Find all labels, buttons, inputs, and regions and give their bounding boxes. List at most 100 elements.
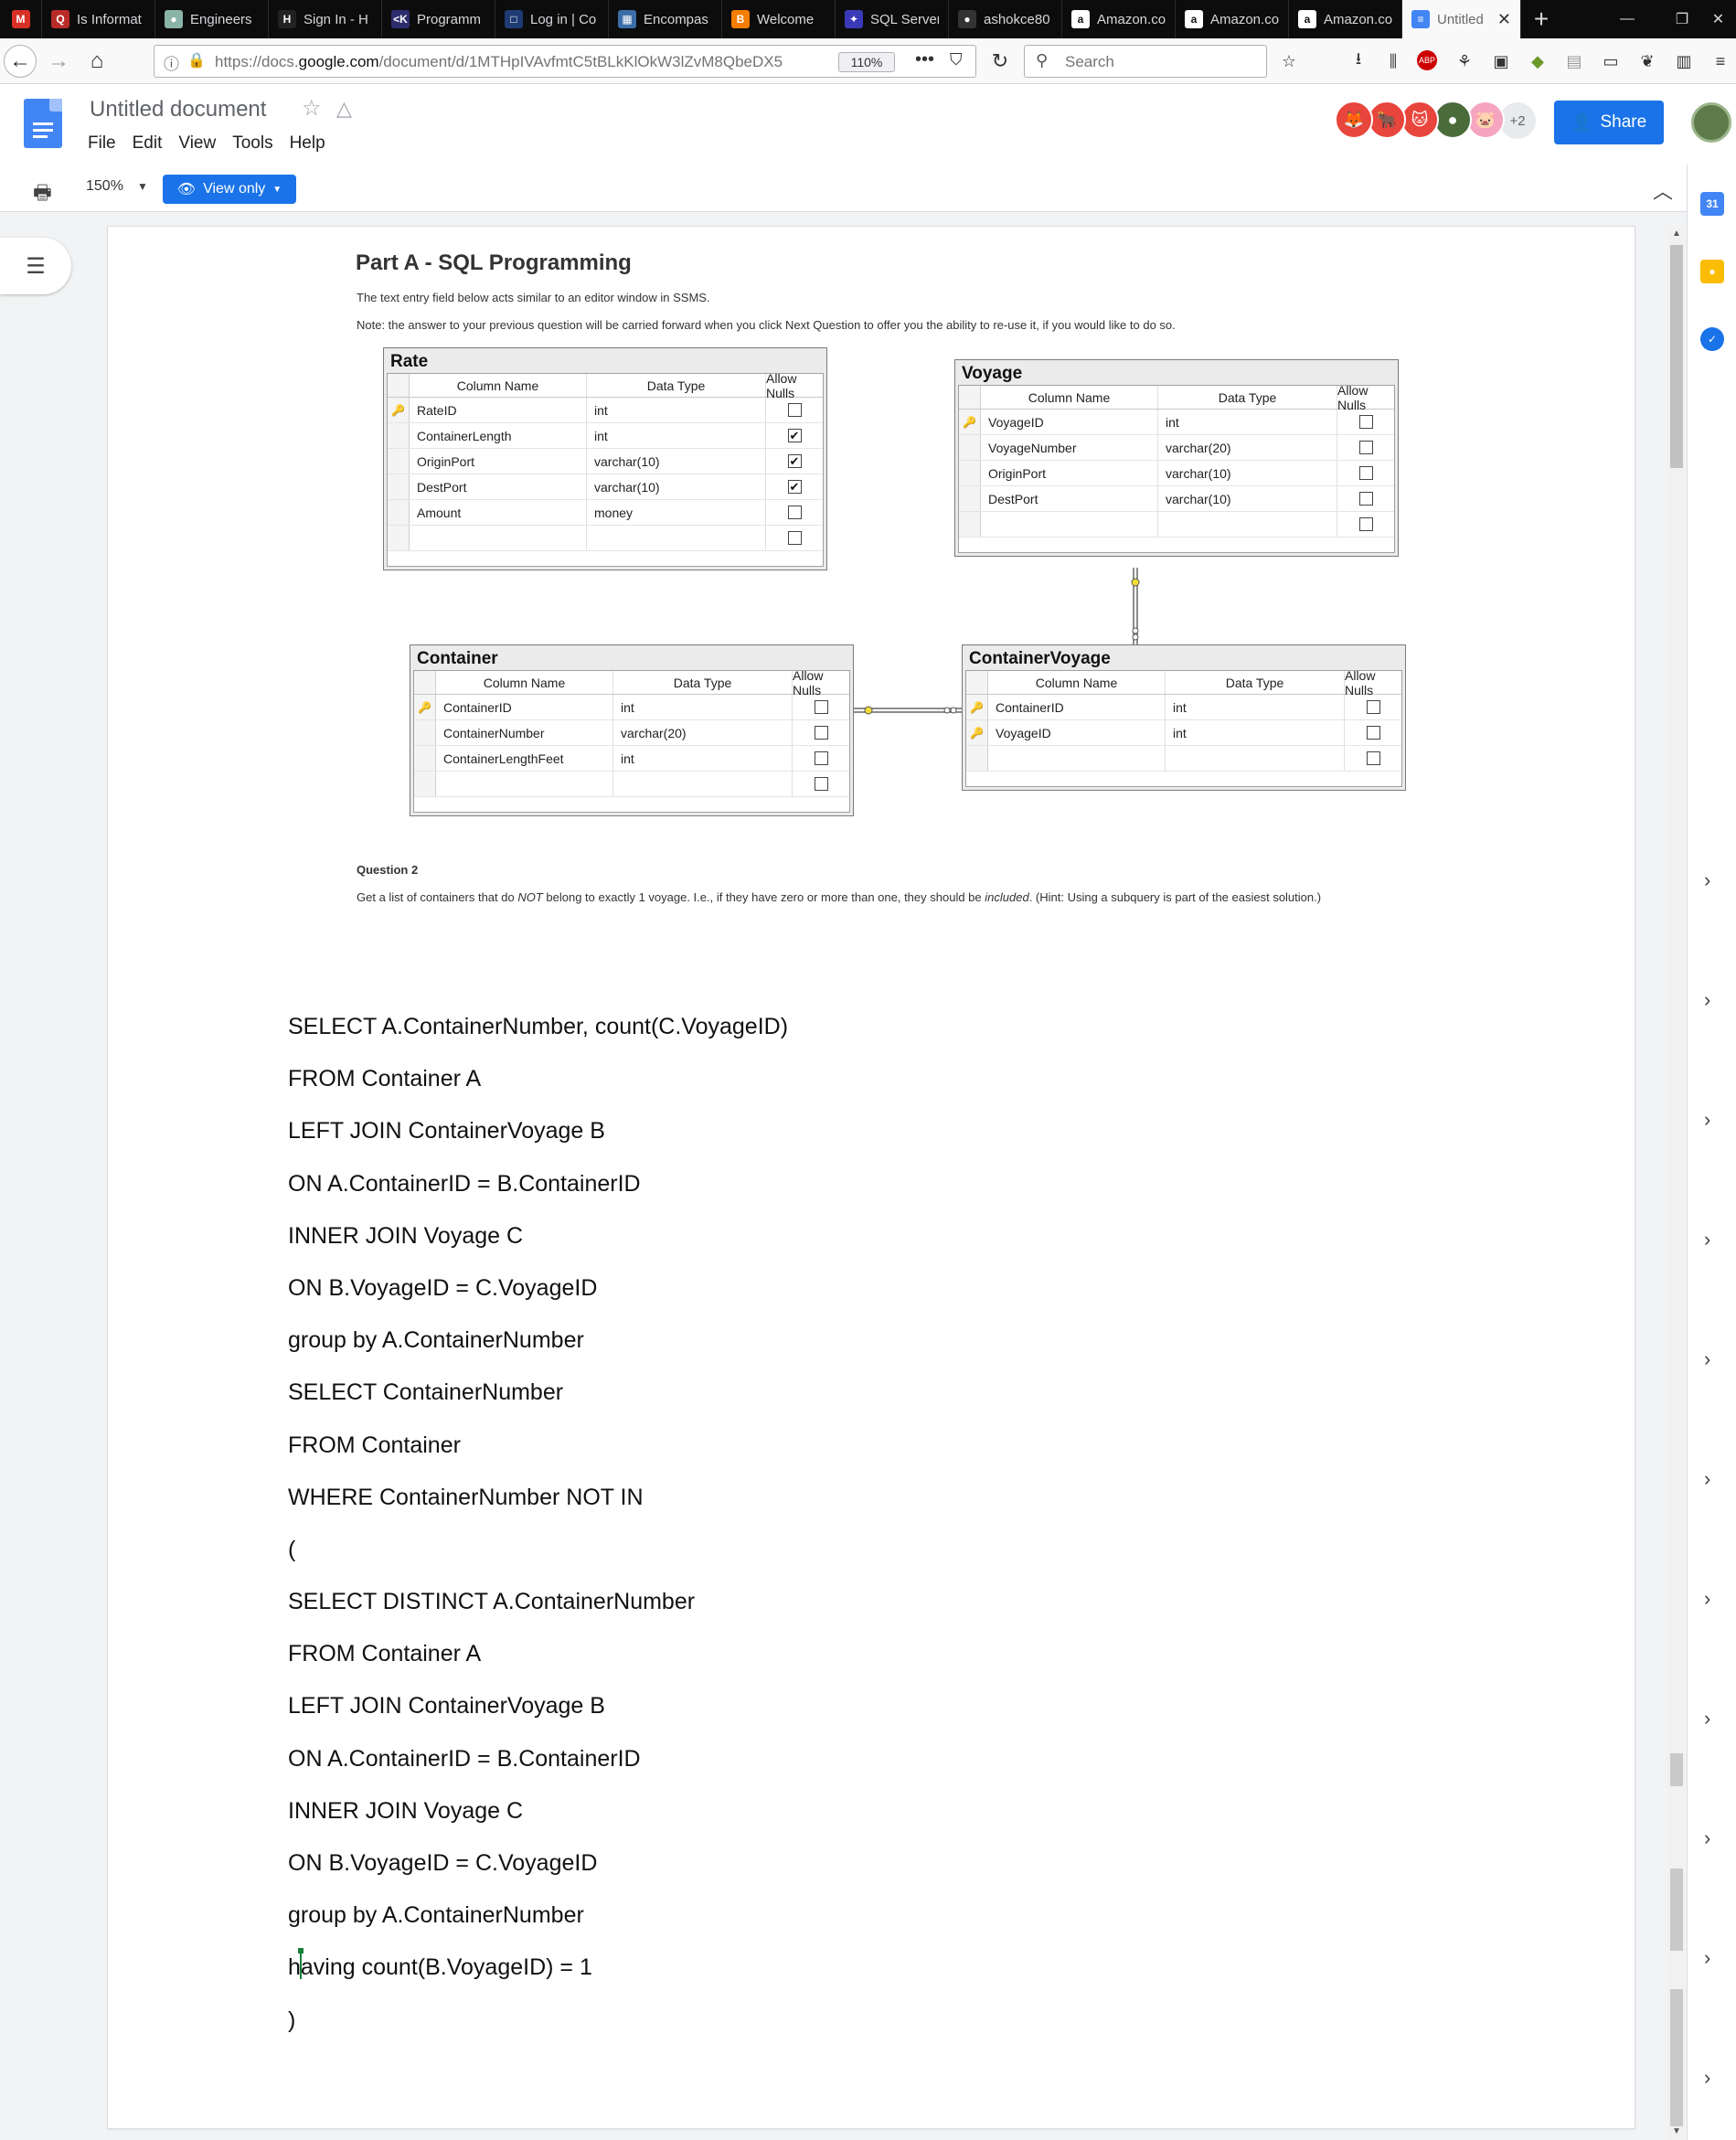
browser-tab[interactable]: ≡ Untitled ✕ (1402, 0, 1521, 38)
document-title[interactable]: Untitled document (90, 97, 266, 122)
extension-icon[interactable]: ⚘ (1454, 50, 1475, 72)
sql-line[interactable]: LEFT JOIN ContainerVoyage B (288, 1117, 788, 1169)
minimize-window-icon[interactable]: — (1600, 0, 1655, 38)
allow-nulls-checkbox[interactable] (1358, 466, 1373, 480)
allow-nulls-checkbox[interactable] (814, 751, 828, 765)
chevron-right-icon[interactable]: › (1704, 1707, 1710, 1730)
browser-tab[interactable]: a Amazon.co (1062, 0, 1176, 38)
allow-nulls-checkbox[interactable] (1358, 415, 1373, 429)
scrollbar-track[interactable]: ▲ ▼ (1667, 229, 1686, 2140)
browser-tab[interactable]: M (0, 0, 42, 38)
allow-nulls-checkbox[interactable] (787, 531, 802, 545)
document-outline-icon[interactable]: ☰ (0, 238, 71, 294)
sql-line[interactable]: having count(B.VoyageID) = 1 (288, 1948, 788, 2006)
menu-item-help[interactable]: Help (290, 133, 325, 154)
allow-nulls-checkbox[interactable] (787, 506, 802, 519)
close-tab-icon[interactable]: ✕ (1497, 10, 1511, 29)
chevron-right-icon[interactable]: › (1704, 1946, 1710, 1970)
chevron-right-icon[interactable]: › (1704, 868, 1710, 892)
allow-nulls-checkbox[interactable] (787, 403, 802, 417)
allow-nulls-checkbox[interactable] (814, 777, 828, 791)
collapse-header-icon[interactable]: ︿ (1653, 176, 1673, 205)
zoom-level-badge[interactable]: 110% (838, 52, 895, 72)
view-only-button[interactable]: 👁 View only ▼ (163, 175, 296, 204)
allow-nulls-checkbox[interactable] (1358, 441, 1373, 454)
info-icon[interactable]: ⓘ (164, 51, 179, 74)
reload-button[interactable]: ↻ (984, 45, 1017, 78)
allow-nulls-checkbox[interactable] (814, 726, 828, 740)
sql-line[interactable]: SELECT DISTINCT A.ContainerNumber (288, 1588, 788, 1640)
extension-screen-icon[interactable]: ▭ (1600, 50, 1622, 72)
browser-tab[interactable]: H Sign In - H (269, 0, 382, 38)
sql-line[interactable]: FROM Container (288, 1432, 788, 1484)
collaborator-avatar[interactable]: 🐷 (1466, 101, 1505, 139)
scrollbar-thumb[interactable] (1670, 245, 1683, 468)
downloads-icon[interactable]: ⭳ (1347, 49, 1369, 72)
allow-nulls-checkbox[interactable] (814, 700, 828, 714)
menu-hamburger-icon[interactable]: ≡ (1709, 50, 1731, 72)
browser-tab[interactable]: a Amazon.co (1289, 0, 1402, 38)
sql-line[interactable]: group by A.ContainerNumber (288, 1901, 788, 1954)
print-icon[interactable]: 🖶 (33, 177, 52, 212)
allow-nulls-checkbox[interactable] (1358, 517, 1373, 531)
browser-tab[interactable]: ✦ SQL Server (836, 0, 949, 38)
sql-line[interactable]: SELECT A.ContainerNumber, count(C.Voyage… (288, 1013, 788, 1065)
sql-line[interactable]: ( (288, 1536, 788, 1588)
allow-nulls-checkbox[interactable] (1366, 700, 1380, 714)
bookmark-star-icon[interactable]: ☆ (1278, 50, 1300, 72)
zoom-select[interactable]: 150% (86, 178, 123, 195)
sql-line[interactable]: INNER JOIN Voyage C (288, 1222, 788, 1274)
allow-nulls-checkbox[interactable] (1366, 726, 1380, 740)
browser-tab[interactable]: ▦ Encompas (609, 0, 722, 38)
browser-tab[interactable]: B Welcome (722, 0, 836, 38)
chevron-right-icon[interactable]: › (1704, 1467, 1710, 1491)
allow-nulls-checkbox[interactable]: ✔ (787, 480, 802, 494)
sql-line[interactable]: ON B.VoyageID = C.VoyageID (288, 1849, 788, 1901)
search-box[interactable]: ⚲ Search (1024, 45, 1267, 78)
browser-tab[interactable]: ● Engineers (155, 0, 269, 38)
chevron-right-icon[interactable]: › (1704, 1826, 1710, 1850)
back-button[interactable]: ← (4, 45, 37, 78)
sql-line[interactable]: ON B.VoyageID = C.VoyageID (288, 1274, 788, 1326)
drive-icon[interactable]: △ (336, 97, 352, 121)
close-window-icon[interactable]: ✕ (1700, 0, 1736, 38)
chevron-right-icon[interactable]: › (1704, 1347, 1710, 1371)
browser-tab[interactable]: a Amazon.co (1176, 0, 1289, 38)
keep-icon[interactable]: ● (1700, 260, 1724, 283)
menu-item-view[interactable]: View (178, 133, 216, 154)
more-collaborators-badge[interactable]: +2 (1499, 102, 1536, 139)
sql-line[interactable]: ) (288, 2007, 788, 2059)
share-button[interactable]: 👤 Share (1554, 101, 1664, 144)
sql-line[interactable]: LEFT JOIN ContainerVoyage B (288, 1692, 788, 1744)
menu-item-file[interactable]: File (88, 133, 116, 154)
collaborator-avatar[interactable]: 🐱 (1401, 101, 1439, 139)
extension-evernote-icon[interactable]: ❦ (1636, 50, 1658, 72)
sql-line[interactable]: INNER JOIN Voyage C (288, 1797, 788, 1849)
library-icon[interactable]: ⫼ (1382, 50, 1404, 72)
chevron-right-icon[interactable]: › (1704, 1228, 1710, 1251)
url-text[interactable]: https://docs.google.com/document/d/1MTHp… (215, 53, 800, 71)
address-bar[interactable]: ⓘ 🔒 https://docs.google.com/document/d/1… (154, 45, 976, 78)
allow-nulls-checkbox[interactable]: ✔ (787, 429, 802, 442)
star-icon[interactable]: ☆ (302, 95, 322, 122)
zoom-dropdown-icon[interactable]: ▼ (137, 180, 148, 193)
browser-tab[interactable]: ● ashokce80 (949, 0, 1062, 38)
allow-nulls-checkbox[interactable]: ✔ (787, 454, 802, 468)
scroll-up-icon[interactable]: ▲ (1670, 229, 1683, 241)
extension-grey-icon[interactable]: ▤ (1563, 50, 1585, 72)
sql-line[interactable]: SELECT ContainerNumber (288, 1379, 788, 1431)
menu-item-edit[interactable]: Edit (133, 133, 163, 154)
chevron-right-icon[interactable]: › (1704, 1108, 1710, 1132)
sql-answer-body[interactable]: SELECT A.ContainerNumber, count(C.Voyage… (288, 1013, 788, 2059)
browser-tab[interactable]: □ Log in | Co (495, 0, 609, 38)
sidebar-toggle-icon[interactable]: ▣ (1490, 50, 1512, 72)
google-docs-logo-icon[interactable] (24, 99, 62, 148)
pocket-icon[interactable]: ⛉ (950, 50, 963, 69)
sql-line[interactable]: WHERE ContainerNumber NOT IN (288, 1484, 788, 1536)
browser-tab[interactable]: Q Is Informat (42, 0, 155, 38)
page-actions-icon[interactable]: ••• (915, 49, 934, 70)
extension-green-icon[interactable]: ◆ (1527, 50, 1549, 72)
chevron-right-icon[interactable]: › (1704, 988, 1710, 1012)
sql-line[interactable]: ON A.ContainerID = B.ContainerID (288, 1745, 788, 1797)
chevron-right-icon[interactable]: › (1704, 2066, 1710, 2090)
